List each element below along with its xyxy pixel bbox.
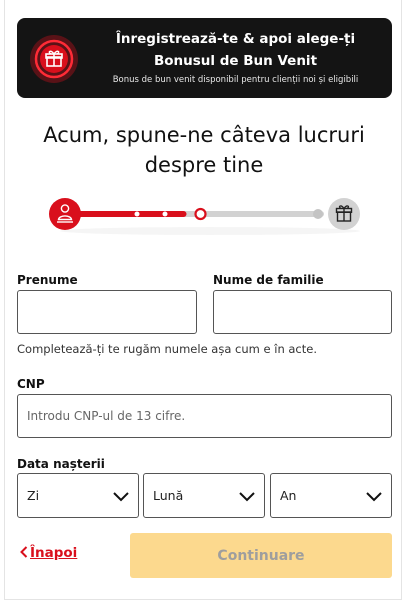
chevron-left-icon: [20, 546, 28, 558]
first-name-label: Prenume: [17, 273, 78, 287]
birth-month-value: Lună: [153, 488, 184, 503]
progress-end-dot: [313, 209, 323, 219]
progress-fill: [74, 211, 187, 217]
cnp-input[interactable]: [17, 394, 392, 438]
birth-date-label: Data nașterii: [17, 457, 105, 471]
banner-title-bonus: Bonusul de Bun Venit: [153, 53, 318, 69]
birth-day-value: Zi: [27, 488, 40, 503]
progress-step-dot: [162, 211, 168, 217]
first-name-input[interactable]: [17, 290, 197, 334]
chevron-down-icon: [113, 492, 129, 502]
chevron-down-icon: [366, 492, 382, 502]
birth-year-select[interactable]: An: [270, 473, 392, 518]
cnp-label: CNP: [17, 377, 45, 391]
back-link[interactable]: Înapoi: [20, 543, 77, 563]
page-title-line1: Acum, spune-ne câteva lucruri: [43, 123, 365, 147]
birth-month-select[interactable]: Lună: [143, 473, 265, 518]
page-title-line2: despre tine: [144, 153, 264, 177]
banner-title: Înregistrează-te & apoi alege-ți: [115, 31, 356, 47]
gift-icon: [30, 35, 78, 83]
birth-year-value: An: [280, 488, 297, 503]
birth-day-select[interactable]: Zi: [17, 473, 139, 518]
gift-icon: [328, 198, 360, 230]
progress-stepper: [49, 198, 360, 235]
progress-current-step: [194, 207, 207, 221]
user-icon: [49, 198, 81, 230]
back-label: Înapoi: [30, 545, 78, 561]
chevron-down-icon: [239, 492, 255, 502]
continue-button[interactable]: Continuare: [130, 533, 392, 578]
last-name-label: Nume de familie: [213, 273, 324, 287]
last-name-input[interactable]: [213, 290, 392, 334]
progress-step-dot: [134, 211, 140, 217]
page-title: Acum, spune-ne câteva lucruri despre tin…: [0, 120, 408, 180]
name-hint: Completează-ți te rugăm numele așa cum e…: [17, 342, 317, 356]
banner-subtitle: Bonus de bun venit disponibil pentru cli…: [112, 75, 359, 85]
welcome-bonus-banner: Înregistrează-te & apoi alege-ți Bonusul…: [17, 18, 392, 98]
